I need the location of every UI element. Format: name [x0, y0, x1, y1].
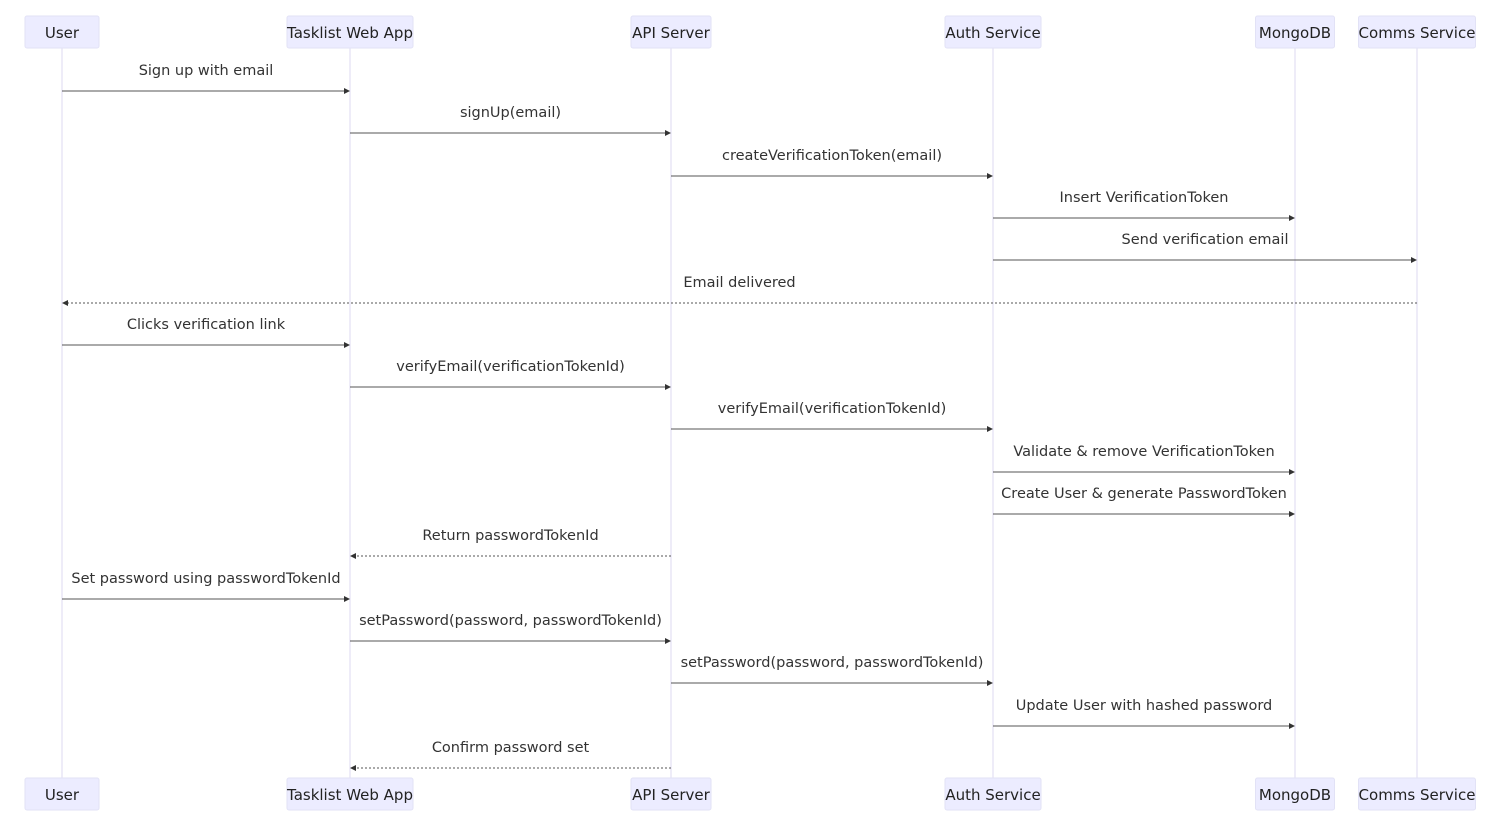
message: createVerificationToken(email)	[671, 148, 993, 179]
participant-label: MongoDB	[1259, 24, 1331, 42]
message: Clicks verification link	[62, 317, 350, 348]
arrowhead-icon	[344, 342, 350, 348]
message-label: Return passwordTokenId	[422, 528, 598, 544]
arrowhead-icon	[665, 130, 671, 136]
message-label: Insert VerificationToken	[1060, 190, 1229, 206]
message-label: Clicks verification link	[127, 317, 286, 333]
message-label: Create User & generate PasswordToken	[1001, 486, 1287, 502]
message-label: signUp(email)	[460, 105, 561, 121]
message: Create User & generate PasswordToken	[993, 486, 1295, 517]
participant-label: Tasklist Web App	[286, 24, 413, 42]
participant-webapp-bottom[interactable]: Tasklist Web App	[286, 777, 414, 811]
message-label: Set password using passwordTokenId	[71, 571, 340, 587]
message: setPassword(password, passwordTokenId)	[671, 655, 993, 686]
message: verifyEmail(verificationTokenId)	[671, 401, 993, 432]
participant-user-bottom[interactable]: User	[24, 777, 100, 811]
arrowhead-icon	[350, 765, 356, 771]
participant-mongo-bottom[interactable]: MongoDB	[1255, 777, 1335, 811]
messages: Sign up with email signUp(email) createVer…	[62, 63, 1417, 771]
message-label: verifyEmail(verificationTokenId)	[396, 359, 624, 375]
participant-label: API Server	[632, 786, 711, 804]
message-label: Send verification email	[1122, 232, 1289, 248]
participant-label: User	[45, 786, 80, 804]
arrowhead-icon	[344, 88, 350, 94]
message-label: setPassword(password, passwordTokenId)	[681, 655, 984, 671]
arrowhead-icon	[987, 173, 993, 179]
arrowhead-icon	[665, 638, 671, 644]
participant-auth-top[interactable]: Auth Service	[944, 15, 1042, 49]
arrowhead-icon	[987, 680, 993, 686]
participant-label: Auth Service	[945, 24, 1040, 42]
message-label: Confirm password set	[432, 740, 590, 756]
arrowhead-icon	[350, 553, 356, 559]
participants-top: User Tasklist Web App API Server Auth Servi…	[24, 15, 1476, 49]
arrowhead-icon	[1289, 215, 1295, 221]
message: Confirm password set	[350, 740, 671, 771]
arrowhead-icon	[665, 384, 671, 390]
participant-comms-bottom[interactable]: Comms Service	[1358, 777, 1476, 811]
message: Insert VerificationToken	[993, 190, 1295, 221]
participant-label: User	[45, 24, 80, 42]
message: Sign up with email	[62, 63, 350, 94]
message-label: setPassword(password, passwordTokenId)	[359, 613, 662, 629]
participant-label: Comms Service	[1359, 24, 1476, 42]
message: Return passwordTokenId	[350, 528, 671, 559]
participant-comms-top[interactable]: Comms Service	[1358, 15, 1476, 49]
message-label: Sign up with email	[139, 63, 274, 79]
participant-label: Tasklist Web App	[286, 786, 413, 804]
participant-webapp-top[interactable]: Tasklist Web App	[286, 15, 414, 49]
participant-user-top[interactable]: User	[24, 15, 100, 49]
participant-label: Comms Service	[1359, 786, 1476, 804]
participants-bottom: User Tasklist Web App API Server Auth Servi…	[24, 777, 1476, 811]
arrowhead-icon	[1411, 257, 1417, 263]
arrowhead-icon	[1289, 511, 1295, 517]
message: Validate & remove VerificationToken	[993, 444, 1295, 475]
arrowhead-icon	[62, 300, 68, 306]
message-label: verifyEmail(verificationTokenId)	[718, 401, 946, 417]
arrowhead-icon	[1289, 469, 1295, 475]
message: Send verification email	[993, 232, 1417, 263]
participant-label: MongoDB	[1259, 786, 1331, 804]
message-label: Update User with hashed password	[1016, 698, 1273, 714]
message: Email delivered	[62, 275, 1417, 306]
participant-label: Auth Service	[945, 786, 1040, 804]
message: verifyEmail(verificationTokenId)	[350, 359, 671, 390]
message-label: Email delivered	[683, 275, 795, 291]
participant-auth-bottom[interactable]: Auth Service	[944, 777, 1042, 811]
participant-api-bottom[interactable]: API Server	[630, 777, 712, 811]
message: signUp(email)	[350, 105, 671, 136]
message: Update User with hashed password	[993, 698, 1295, 729]
participant-api-top[interactable]: API Server	[630, 15, 712, 49]
participant-label: API Server	[632, 24, 711, 42]
message: Set password using passwordTokenId	[62, 571, 350, 602]
message-label: createVerificationToken(email)	[722, 148, 942, 164]
participant-mongo-top[interactable]: MongoDB	[1255, 15, 1335, 49]
arrowhead-icon	[1289, 723, 1295, 729]
arrowhead-icon	[987, 426, 993, 432]
message: setPassword(password, passwordTokenId)	[350, 613, 671, 644]
arrowhead-icon	[344, 596, 350, 602]
sequence-diagram: Sign up with email signUp(email) createVer…	[24, 15, 1476, 811]
message-label: Validate & remove VerificationToken	[1013, 444, 1274, 460]
